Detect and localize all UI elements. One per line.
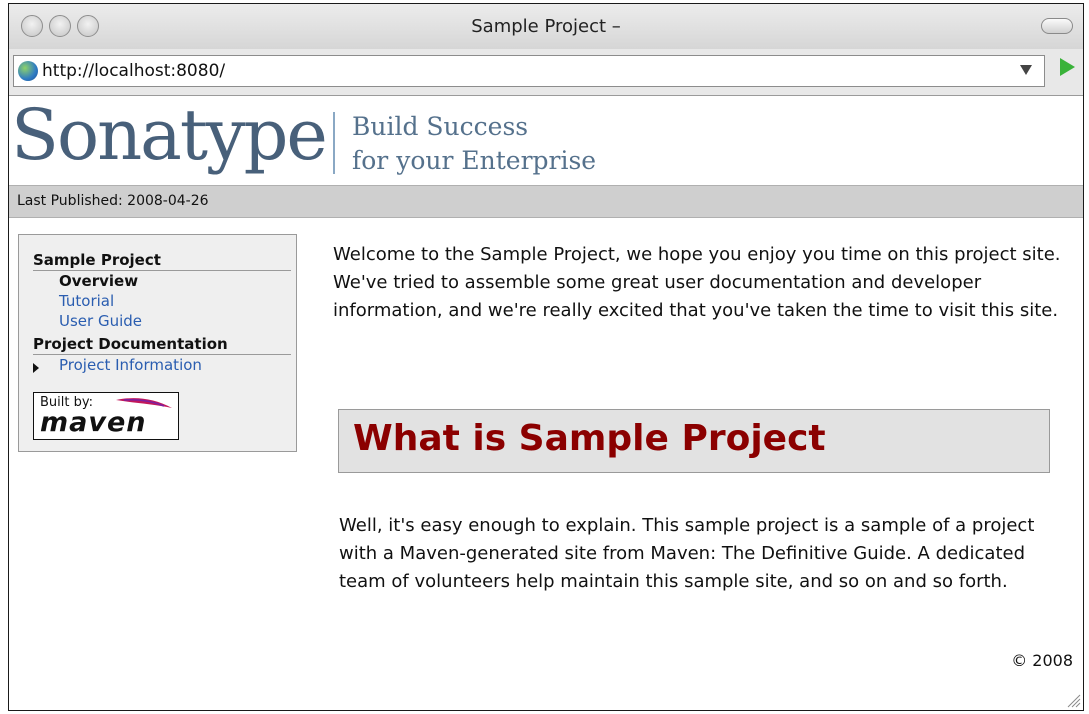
sidebar-item-overview[interactable]: Overview <box>59 272 138 290</box>
publish-bar: Last Published: 2008-04-26 <box>9 185 1083 218</box>
toolbar-toggle-button[interactable] <box>1041 18 1073 34</box>
address-text[interactable]: http://localhost:8080/ <box>42 61 225 81</box>
browser-toolbar: http://localhost:8080/ <box>9 49 1083 96</box>
browser-window: Sample Project – http://localhost:8080/ … <box>8 3 1084 711</box>
banner-tagline: Build Success for your Enterprise <box>352 110 596 178</box>
sidebar-item-tutorial[interactable]: Tutorial <box>59 292 114 310</box>
body-paragraph: Well, it's easy enough to explain. This … <box>339 515 1035 592</box>
window-title: Sample Project – <box>471 16 621 37</box>
copyright: © 2008 <box>1011 651 1073 670</box>
menu-heading-project-documentation: Project Documentation <box>33 335 228 353</box>
maven-logo: maven <box>40 407 147 438</box>
address-bar[interactable]: http://localhost:8080/ <box>13 55 1045 87</box>
title-bar[interactable]: Sample Project – <box>9 4 1083 50</box>
section-heading: What is Sample Project <box>353 418 826 459</box>
menu-divider <box>33 270 291 271</box>
banner-divider <box>333 112 335 174</box>
sidebar-nav: Sample Project Overview Tutorial User Gu… <box>18 234 297 452</box>
tagline-line-1: Build Success <box>352 112 529 141</box>
intro-paragraph: Welcome to the Sample Project, we hope y… <box>333 244 1061 321</box>
expand-arrow-icon[interactable] <box>33 363 39 373</box>
chevron-down-icon[interactable] <box>1020 65 1032 75</box>
menu-heading-sample-project: Sample Project <box>33 251 161 269</box>
sonatype-logo[interactable]: Sonatype <box>11 94 328 176</box>
resize-grip-icon[interactable] <box>1067 694 1081 708</box>
sidebar-item-user-guide[interactable]: User Guide <box>59 312 142 330</box>
section-heading-box: What is Sample Project <box>338 409 1050 473</box>
sidebar-item-project-information[interactable]: Project Information <box>59 356 202 374</box>
last-published: Last Published: 2008-04-26 <box>17 193 209 209</box>
built-by-maven-badge[interactable]: Built by: maven <box>33 392 179 440</box>
go-icon[interactable] <box>1060 58 1075 76</box>
tagline-line-2: for your Enterprise <box>352 146 597 175</box>
site-banner: Sonatype Build Success for your Enterpri… <box>9 94 1083 185</box>
globe-icon <box>18 61 38 81</box>
menu-divider <box>33 354 291 355</box>
